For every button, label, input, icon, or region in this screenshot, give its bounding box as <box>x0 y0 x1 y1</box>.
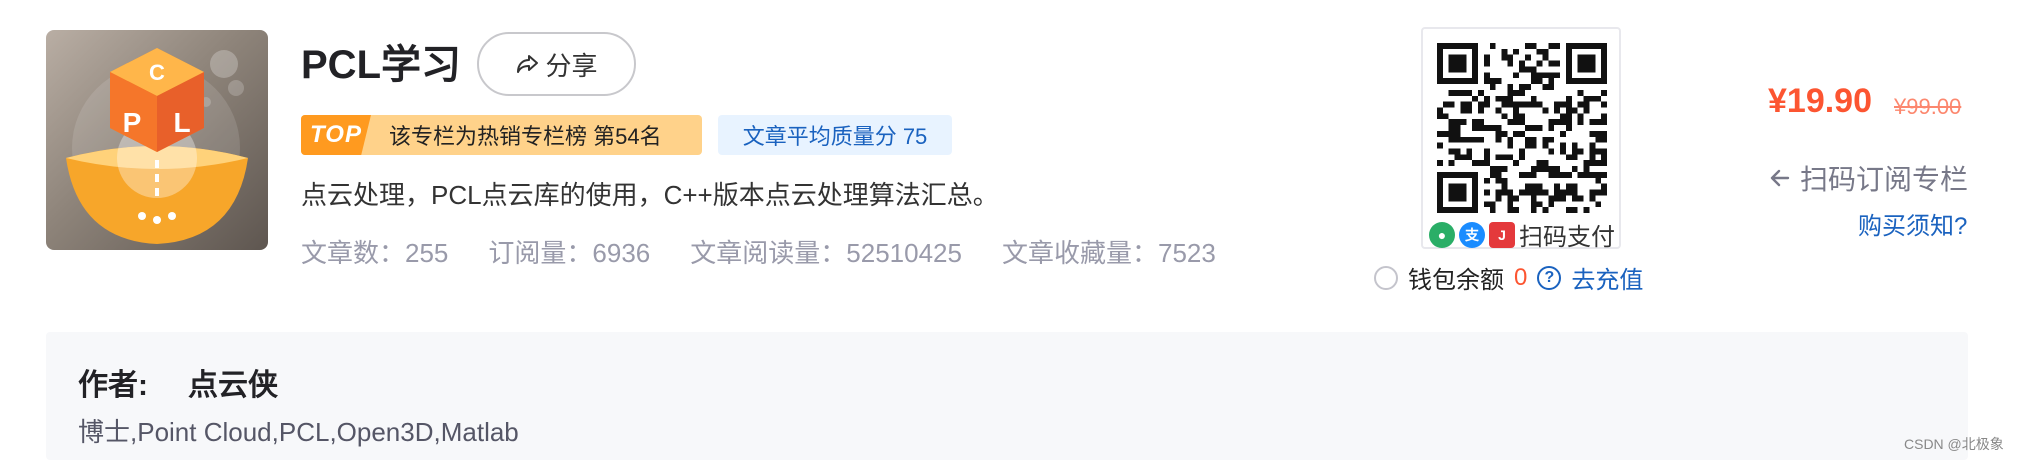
author-label: 作者: <box>78 369 148 402</box>
alipay-icon: 支 <box>1459 221 1485 248</box>
quality-score-badge: 文章平均质量分 75 <box>718 115 952 155</box>
stat-favorites: 文章收藏量：7523 <box>1001 238 1216 268</box>
stat-article-count: 文章数：255 <box>301 238 449 268</box>
column-cover-image: C P L <box>46 30 268 250</box>
hot-rank-text: 该专栏为热销专栏榜 第54名 <box>389 124 662 149</box>
author-line: 作者: 点云侠 <box>78 360 278 404</box>
stat-subscriptions: 订阅量：6936 <box>488 238 651 268</box>
watermark: CSDN @北极象 <box>1904 436 2004 452</box>
column-description: 点云处理，PCL点云库的使用，C++版本点云处理算法汇总。 <box>301 180 999 210</box>
help-icon[interactable]: ? <box>1537 265 1562 290</box>
hot-rank-badge: TOP 该专栏为热销专栏榜 第54名 <box>301 115 702 155</box>
svg-text:C: C <box>149 60 165 85</box>
wechat-pay-icon: ● <box>1429 221 1455 248</box>
scan-subscribe-label: 扫码订阅专栏 <box>1800 164 1969 195</box>
share-button[interactable]: 分享 <box>477 32 636 96</box>
pay-methods: ● 支 J 扫码支付 <box>1429 217 1615 252</box>
qr-caption: 扫码支付 <box>1519 224 1615 251</box>
payment-qr-box: ● 支 J 扫码支付 <box>1421 27 1621 252</box>
original-price: ¥99.00 <box>1894 94 1962 119</box>
author-name[interactable]: 点云侠 <box>188 360 278 404</box>
qr-code-icon <box>1437 43 1607 213</box>
column-stats: 文章数：255 订阅量：6936 文章阅读量：52510425 文章收藏量：75… <box>301 236 1216 270</box>
purchase-notice-link[interactable]: 购买须知? <box>1858 206 1967 241</box>
svg-text:L: L <box>173 107 190 138</box>
cube-logo-icon: C P L <box>66 48 248 244</box>
wallet-balance: 0 <box>1514 263 1528 291</box>
wallet-radio[interactable] <box>1374 265 1398 290</box>
author-panel: 作者: 点云侠 博士,Point Cloud,PCL,Open3D,Matlab <box>46 332 1968 460</box>
recharge-link[interactable]: 去充值 <box>1571 260 1643 295</box>
top-tag: TOP <box>301 115 371 155</box>
share-icon <box>517 55 539 73</box>
current-price: ¥19.90 <box>1768 82 1872 120</box>
wallet-label: 钱包余额 <box>1408 267 1504 294</box>
svg-text:P: P <box>123 107 142 138</box>
author-bio: 博士,Point Cloud,PCL,Open3D,Matlab <box>78 417 519 447</box>
wallet-row: 钱包余额 0 ? 去充值 <box>1374 260 1643 295</box>
scan-subscribe-hint: 扫码订阅专栏 <box>1768 158 1968 198</box>
share-label: 分享 <box>545 50 598 81</box>
arrow-left-icon <box>1770 169 1790 187</box>
stat-reads: 文章阅读量：52510425 <box>690 238 962 268</box>
jd-pay-icon: J <box>1489 221 1515 248</box>
column-title: PCL学习 <box>301 43 461 87</box>
